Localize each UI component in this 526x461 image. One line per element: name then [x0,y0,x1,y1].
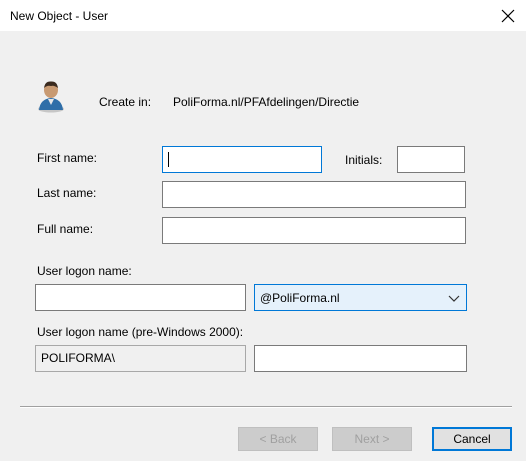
first-name-label: First name: [37,151,98,165]
full-name-field[interactable] [162,217,466,244]
chevron-down-icon [448,295,460,302]
title-bar: New Object - User [0,0,526,31]
new-user-dialog: New Object - User Create in: PoliForma.n… [0,0,526,461]
pre2000-label: User logon name (pre-Windows 2000): [37,325,244,339]
upn-suffix-dropdown[interactable]: @PoliForma.nl [254,284,467,311]
logon-name-label: User logon name: [37,264,132,278]
last-name-field[interactable] [162,181,466,208]
back-button[interactable]: < Back [238,427,318,451]
last-name-label: Last name: [37,186,97,200]
pre2000-domain-field: POLIFORMA\ [35,345,246,372]
full-name-label: Full name: [37,222,94,236]
next-button[interactable]: Next > [332,427,412,451]
upn-suffix-value: @PoliForma.nl [260,291,340,305]
dialog-title: New Object - User [10,9,109,23]
text-caret [168,152,169,167]
first-name-field[interactable] [162,146,322,173]
initials-field[interactable] [397,146,465,173]
cancel-button[interactable]: Cancel [432,427,512,451]
user-icon [38,81,64,113]
close-icon [501,9,515,22]
create-in-label: Create in: [99,95,152,109]
pre2000-domain-value: POLIFORMA\ [41,351,116,365]
pre2000-logon-field[interactable] [254,345,467,372]
close-button[interactable] [490,0,526,31]
logon-name-field[interactable] [35,284,246,311]
footer-divider [20,406,512,408]
create-in-path: PoliForma.nl/PFAfdelingen/Directie [173,95,360,109]
initials-label: Initials: [345,153,383,167]
